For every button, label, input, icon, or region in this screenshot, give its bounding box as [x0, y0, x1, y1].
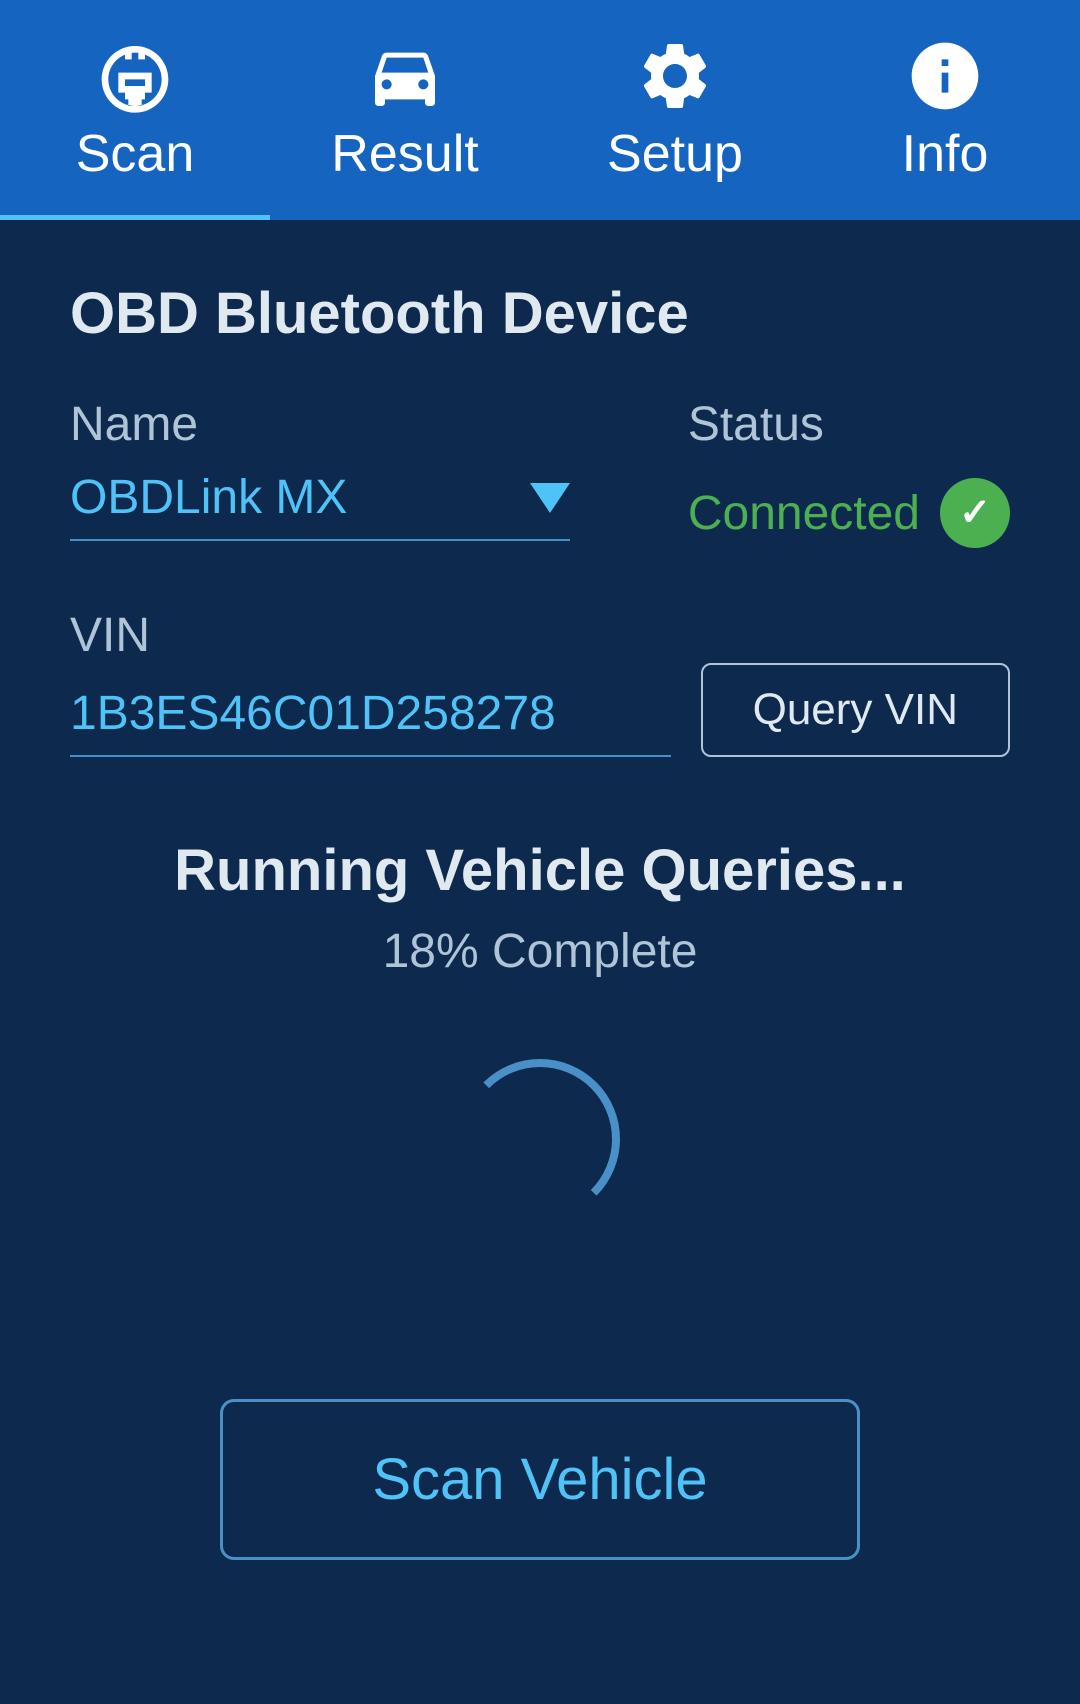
- car-icon: [365, 36, 445, 116]
- status-label: Status: [688, 397, 1010, 452]
- tab-result-label: Result: [331, 124, 478, 184]
- vin-label: VIN: [70, 609, 150, 662]
- scan-vehicle-button[interactable]: Scan Vehicle: [220, 1399, 860, 1560]
- tab-scan[interactable]: Scan: [0, 0, 270, 220]
- connected-status-icon: ✓: [940, 478, 1010, 548]
- navigation-bar: Scan Result Setup Info: [0, 0, 1080, 220]
- query-vin-button[interactable]: Query VIN: [701, 663, 1010, 757]
- status-text: Connected: [688, 486, 920, 541]
- checkmark-icon: ✓: [959, 494, 991, 532]
- main-content: OBD Bluetooth Device Name OBDLink MX Sta…: [0, 220, 1080, 1620]
- tab-setup-label: Setup: [607, 124, 743, 184]
- tab-result[interactable]: Result: [270, 0, 540, 220]
- percent-text: 18% Complete: [383, 924, 698, 979]
- tab-info[interactable]: Info: [810, 0, 1080, 220]
- loading-spinner: [460, 1059, 620, 1219]
- usb-icon: [95, 36, 175, 116]
- name-label: Name: [70, 397, 648, 452]
- tab-setup[interactable]: Setup: [540, 0, 810, 220]
- tab-info-label: Info: [902, 124, 989, 184]
- tab-scan-label: Scan: [76, 124, 195, 184]
- device-row: Name OBDLink MX Status Connected ✓: [70, 397, 1010, 548]
- chevron-down-icon: [530, 483, 570, 513]
- status-group: Status Connected ✓: [688, 397, 1010, 548]
- info-icon: [905, 36, 985, 116]
- device-name-group: Name OBDLink MX: [70, 397, 648, 541]
- spinner-container: [460, 1059, 620, 1219]
- progress-section: Running Vehicle Queries... 18% Complete: [70, 837, 1010, 1319]
- vin-section: VIN Query VIN: [70, 608, 1010, 757]
- obd-section-title: OBD Bluetooth Device: [70, 280, 1010, 347]
- running-text: Running Vehicle Queries...: [174, 837, 906, 904]
- vin-row: Query VIN: [70, 663, 1010, 757]
- vin-input-group: [70, 686, 671, 757]
- vin-input[interactable]: [70, 686, 671, 757]
- device-select-dropdown[interactable]: OBDLink MX: [70, 470, 570, 541]
- status-container: Connected ✓: [688, 470, 1010, 548]
- device-select-value: OBDLink MX: [70, 470, 347, 525]
- gear-icon: [635, 36, 715, 116]
